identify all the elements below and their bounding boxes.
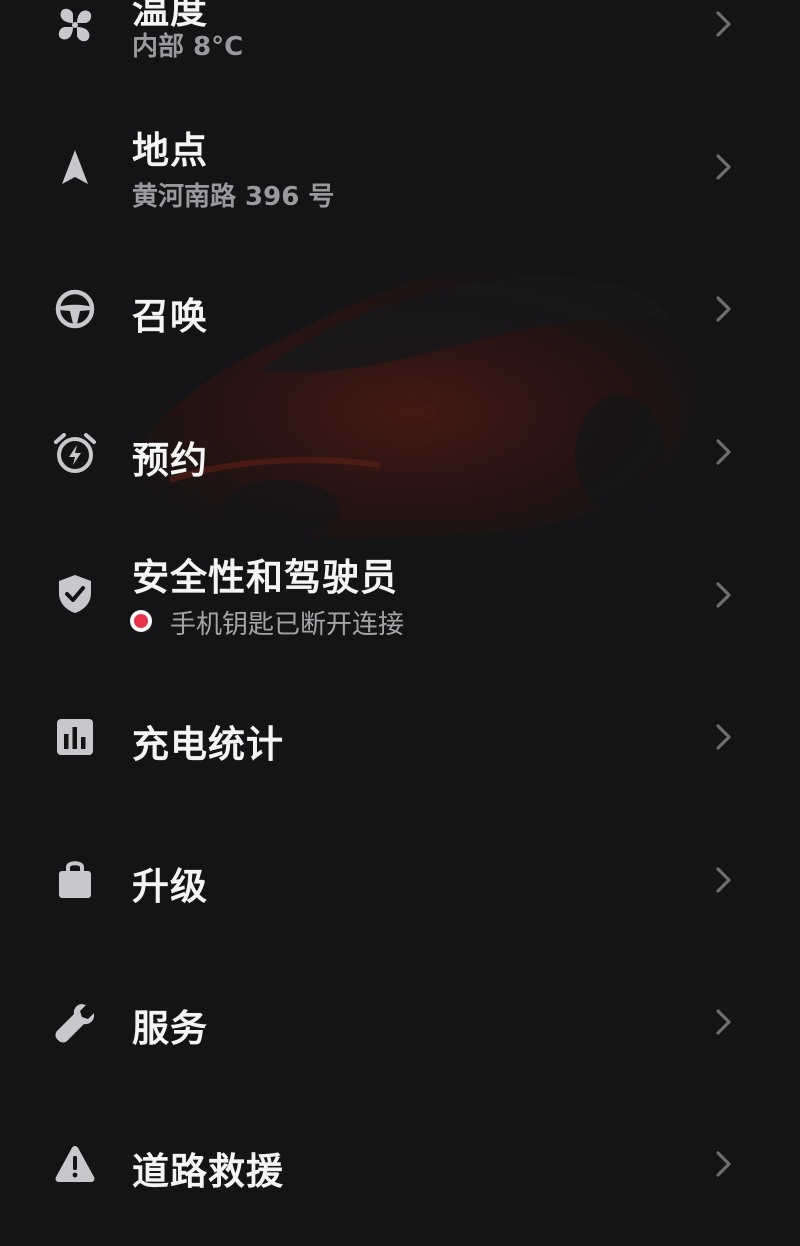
fan-icon <box>52 2 98 48</box>
menu-item-roadside-assistance[interactable]: 道路救援 <box>0 1093 800 1235</box>
menu-item-summon[interactable]: 召唤 <box>0 238 800 380</box>
menu-item-title: 召唤 <box>132 295 208 338</box>
menu-item-title: 道路救援 <box>132 1150 284 1193</box>
menu-item-title: 服务 <box>132 1007 208 1050</box>
chevron-right-icon <box>708 722 738 752</box>
menu-item-subtitle: 黄河南路 396 号 <box>132 182 335 212</box>
warning-triangle-icon <box>52 1141 98 1187</box>
menu-item-title: 充电统计 <box>132 723 284 766</box>
navigation-arrow-icon <box>52 144 98 190</box>
shield-check-icon <box>52 571 98 617</box>
bar-chart-icon <box>52 714 98 760</box>
chevron-right-icon <box>708 580 738 610</box>
menu-item-subtitle: 手机钥匙已断开连接 <box>170 610 405 640</box>
menu-item-title: 安全性和驾驶员 <box>132 556 398 599</box>
chevron-right-icon <box>708 152 738 182</box>
steering-wheel-icon <box>52 286 98 332</box>
chevron-right-icon <box>708 9 738 39</box>
wrench-icon <box>52 1000 98 1046</box>
menu-item-climate[interactable]: 温度 内部 8°C <box>0 0 800 94</box>
menu-item-upgrades[interactable]: 升级 <box>0 808 800 950</box>
menu-item-location[interactable]: 地点 黄河南路 396 号 <box>0 96 800 238</box>
chevron-right-icon <box>708 865 738 895</box>
menu-item-title: 预约 <box>132 439 208 482</box>
menu-item-title: 地点 <box>132 129 208 172</box>
menu-item-title: 升级 <box>132 865 208 908</box>
chevron-right-icon <box>708 294 738 324</box>
menu-item-subtitle: 内部 8°C <box>132 32 244 62</box>
settings-menu: 温度 内部 8°C 地点 黄河南路 396 号 召唤 预约 安全性和驾驶员 手机… <box>0 0 800 1246</box>
disconnected-status-icon <box>130 610 152 632</box>
shopping-bag-icon <box>52 856 98 902</box>
app-screen: 温度 内部 8°C 地点 黄河南路 396 号 召唤 预约 安全性和驾驶员 手机… <box>0 0 800 1246</box>
menu-item-schedule[interactable]: 预约 <box>0 380 800 522</box>
menu-item-safety-and-driver[interactable]: 安全性和驾驶员 手机钥匙已断开连接 <box>0 523 800 665</box>
chevron-right-icon <box>708 437 738 467</box>
chevron-right-icon <box>708 1007 738 1037</box>
menu-item-charging-stats[interactable]: 充电统计 <box>0 666 800 808</box>
chevron-right-icon <box>708 1149 738 1179</box>
menu-item-service[interactable]: 服务 <box>0 950 800 1092</box>
alarm-clock-bolt-icon <box>52 430 98 476</box>
